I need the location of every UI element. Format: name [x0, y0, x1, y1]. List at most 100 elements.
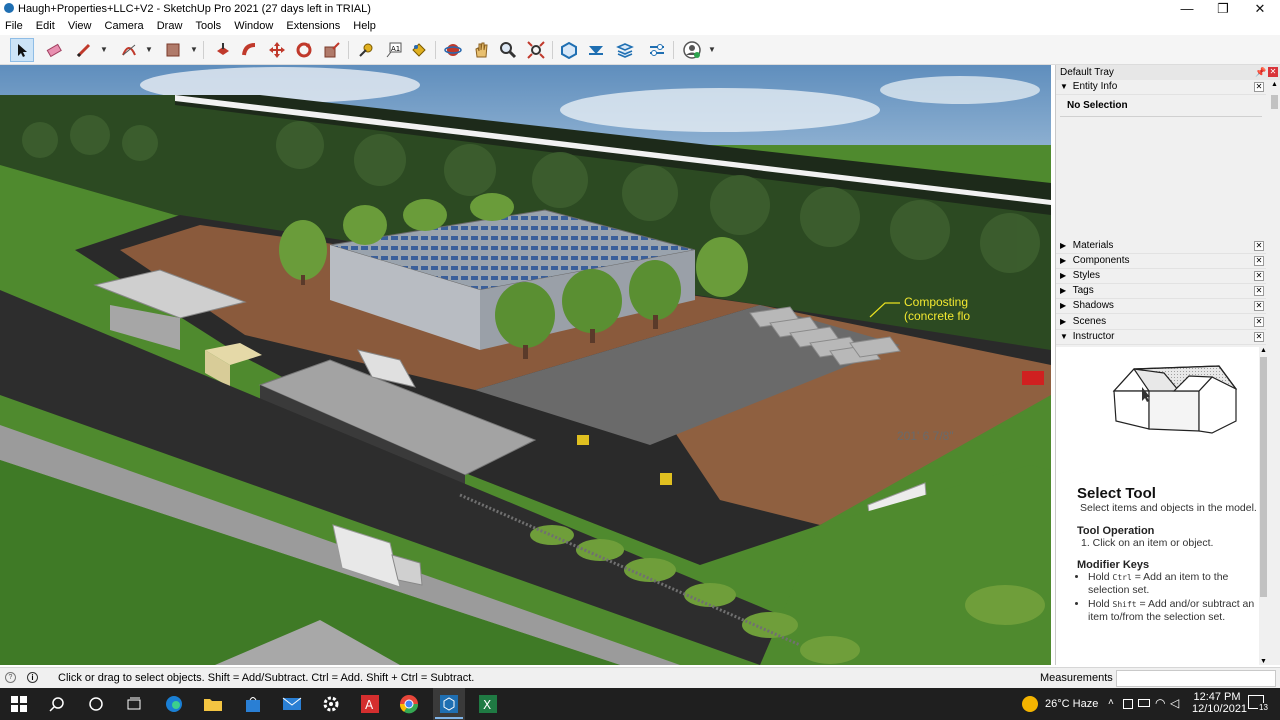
tape-measure-tool-button[interactable]: [354, 38, 378, 62]
scroll-up-icon[interactable]: ▲: [1259, 347, 1268, 354]
menu-camera[interactable]: Camera: [100, 18, 149, 34]
taskbar-mail[interactable]: [281, 693, 303, 715]
panel-scenes[interactable]: ▶ Scenes ✕: [1056, 315, 1266, 330]
scroll-thumb[interactable]: [1260, 357, 1267, 597]
panel-close-icon[interactable]: ✕: [1254, 317, 1264, 327]
move-tool-button[interactable]: [265, 38, 289, 62]
line-tool-dropdown[interactable]: ▼: [100, 45, 108, 55]
taskbar-acrobat[interactable]: A: [359, 693, 381, 715]
shape-tool-button[interactable]: [161, 38, 185, 62]
orbit-tool-button[interactable]: [441, 38, 465, 62]
panel-close-icon[interactable]: ✕: [1254, 286, 1264, 296]
forklift: [577, 435, 589, 445]
select-tool-button[interactable]: [10, 38, 34, 62]
dimension-label[interactable]: 201' 6 7/8": [897, 429, 954, 443]
panel-shadows[interactable]: ▶ Shadows ✕: [1056, 299, 1266, 314]
panel-instructor[interactable]: ▼ Instructor ✕: [1056, 330, 1266, 345]
restore-button[interactable]: ❐: [1205, 0, 1241, 18]
model-viewport[interactable]: Composting (concrete flo 201' 6 7/8": [0, 65, 1051, 665]
start-button[interactable]: [8, 693, 30, 715]
weather-sun-icon[interactable]: [1022, 696, 1038, 712]
taskbar-settings[interactable]: [320, 693, 342, 715]
measurements-input[interactable]: [1116, 670, 1276, 687]
wifi-icon[interactable]: ◠: [1155, 696, 1165, 710]
annotation-composting-line1[interactable]: Composting: [904, 295, 968, 309]
show-hidden-icons[interactable]: ˄: [1108, 697, 1114, 708]
eraser-tool-button[interactable]: [42, 38, 66, 62]
follow-me-tool-button[interactable]: [238, 38, 262, 62]
menu-help[interactable]: Help: [348, 18, 381, 34]
move-arrows-icon: [269, 42, 285, 58]
minimize-button[interactable]: —: [1169, 0, 1205, 18]
task-view-button[interactable]: [123, 693, 145, 715]
scroll-up-icon[interactable]: ▲: [1270, 81, 1279, 88]
taskbar-edge[interactable]: [163, 693, 185, 715]
clock[interactable]: 12:47 PM 12/10/2021: [1192, 691, 1247, 715]
toolbar-separator: [203, 41, 204, 59]
scale-tool-button[interactable]: [320, 38, 344, 62]
menu-tools[interactable]: Tools: [190, 18, 226, 34]
network-icon[interactable]: [1123, 699, 1133, 709]
account-dropdown[interactable]: ▼: [708, 45, 716, 55]
geo-location-icon[interactable]: ?: [5, 672, 16, 683]
volume-icon[interactable]: ◁: [1170, 696, 1179, 710]
model-scene[interactable]: Composting (concrete flo 201' 6 7/8": [0, 65, 1051, 665]
extension-manager-button[interactable]: [645, 38, 669, 62]
battery-icon[interactable]: [1138, 699, 1150, 707]
panel-close-icon[interactable]: ✕: [1254, 241, 1264, 251]
arc-tool-dropdown[interactable]: ▼: [145, 45, 153, 55]
taskbar-store[interactable]: [242, 693, 264, 715]
pin-icon[interactable]: 📌: [1255, 67, 1266, 78]
search-button[interactable]: [46, 693, 68, 715]
layout-button[interactable]: [613, 38, 637, 62]
paint-bucket-tool-button[interactable]: [407, 38, 431, 62]
arc-tool-button[interactable]: [117, 38, 141, 62]
panel-styles[interactable]: ▶ Styles ✕: [1056, 269, 1266, 284]
panel-close-icon[interactable]: ✕: [1254, 256, 1264, 266]
panel-materials[interactable]: ▶ Materials ✕: [1056, 239, 1266, 254]
taskbar-chrome[interactable]: [398, 693, 420, 715]
close-button[interactable]: ✕: [1242, 0, 1278, 18]
panel-close-icon[interactable]: ✕: [1254, 332, 1264, 342]
push-pull-tool-button[interactable]: [211, 38, 235, 62]
pan-tool-button[interactable]: [469, 38, 493, 62]
menu-file[interactable]: File: [0, 18, 28, 34]
account-button[interactable]: [680, 38, 704, 62]
extension-warehouse-button[interactable]: [584, 38, 608, 62]
taskbar-file-explorer[interactable]: [202, 693, 224, 715]
line-tool-button[interactable]: [72, 38, 96, 62]
panel-label: Tags: [1072, 285, 1094, 296]
zoom-tool-button[interactable]: [496, 38, 520, 62]
menu-extensions[interactable]: Extensions: [281, 18, 345, 34]
toolbar-separator: [552, 41, 553, 59]
panel-tags[interactable]: ▶ Tags ✕: [1056, 284, 1266, 299]
shape-tool-dropdown[interactable]: ▼: [190, 45, 198, 55]
panel-close-icon[interactable]: ✕: [1254, 301, 1264, 311]
panel-components[interactable]: ▶ Components ✕: [1056, 254, 1266, 269]
zoom-extents-button[interactable]: [524, 38, 548, 62]
annotation-composting-line2[interactable]: (concrete flo: [904, 309, 970, 323]
toolbar: ▼ ▼ ▼ A1 ▼: [0, 35, 1280, 65]
warehouse-button[interactable]: [557, 38, 581, 62]
tray-close-icon[interactable]: ✕: [1268, 67, 1278, 77]
weather-text[interactable]: 26°C Haze: [1045, 698, 1098, 710]
menu-view[interactable]: View: [63, 18, 97, 34]
menu-edit[interactable]: Edit: [31, 18, 60, 34]
panel-close-icon[interactable]: ✕: [1254, 82, 1264, 92]
text-tool-button[interactable]: A1: [382, 38, 406, 62]
taskbar-sketchup[interactable]: [438, 693, 460, 715]
panel-entity-info[interactable]: ▼ Entity Info ✕: [1056, 80, 1266, 95]
menu-window[interactable]: Window: [229, 18, 278, 34]
scroll-thumb[interactable]: [1271, 95, 1278, 109]
instructor-scrollbar[interactable]: ▲ ▼: [1259, 347, 1268, 665]
cloud: [880, 76, 1040, 104]
cortana-button[interactable]: [85, 693, 107, 715]
entity-info-scrollbar[interactable]: ▲: [1270, 81, 1279, 246]
taskbar-excel[interactable]: X: [477, 693, 499, 715]
rotate-tool-button[interactable]: [292, 38, 316, 62]
panel-close-icon[interactable]: ✕: [1254, 271, 1264, 281]
menu-draw[interactable]: Draw: [152, 18, 188, 34]
house-illustration-icon: [1112, 365, 1238, 434]
scroll-down-icon[interactable]: ▼: [1259, 658, 1268, 665]
info-icon[interactable]: i: [27, 672, 38, 683]
